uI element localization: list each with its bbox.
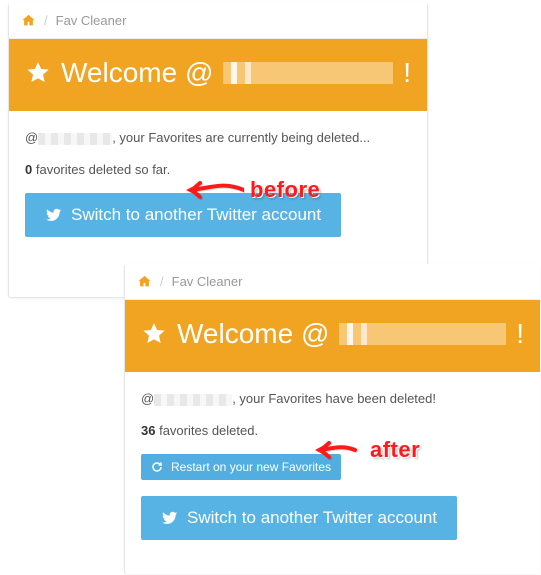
welcome-bang: !	[516, 318, 524, 350]
breadcrumb-sep: /	[44, 13, 48, 28]
deleted-suffix: favorites deleted.	[155, 423, 258, 438]
breadcrumb: / Fav Cleaner	[9, 3, 427, 39]
content-area: @ , your Favorites have been deleted! 36 …	[125, 372, 540, 558]
refresh-icon	[151, 461, 163, 473]
progress-line: 0 favorites deleted so far.	[25, 161, 411, 179]
redacted-handle-small	[154, 394, 232, 406]
welcome-text: Welcome @	[61, 57, 213, 89]
redacted-handle	[223, 62, 393, 84]
deleted-count: 36	[141, 423, 155, 438]
breadcrumb-current: Fav Cleaner	[56, 13, 127, 28]
restart-label: Restart on your new Favorites	[171, 460, 331, 474]
content-area: @ , your Favorites are currently being de…	[9, 111, 427, 255]
switch-label: Switch to another Twitter account	[71, 205, 321, 225]
progress-line: 36 favorites deleted.	[141, 422, 524, 440]
breadcrumb: / Fav Cleaner	[125, 264, 540, 300]
welcome-banner: Welcome @ !	[9, 39, 427, 111]
deleted-suffix: favorites deleted so far.	[32, 162, 170, 177]
switch-label: Switch to another Twitter account	[187, 508, 437, 528]
twitter-icon	[161, 510, 179, 526]
home-icon[interactable]	[21, 14, 36, 28]
welcome-bang: !	[403, 57, 411, 89]
twitter-icon	[45, 207, 63, 223]
at-prefix: @	[25, 130, 38, 145]
home-icon[interactable]	[137, 275, 152, 289]
panel-before: / Fav Cleaner Welcome @ ! @ , your Favori…	[8, 3, 428, 298]
redacted-handle	[339, 323, 506, 345]
status-line: @ , your Favorites have been deleted!	[141, 390, 524, 408]
panel-after: / Fav Cleaner Welcome @ ! @ , your Favori…	[124, 264, 540, 574]
redacted-handle-small	[38, 133, 112, 145]
status-line: @ , your Favorites are currently being de…	[25, 129, 411, 147]
star-icon	[25, 60, 51, 86]
status-suffix: , your Favorites are currently being del…	[112, 130, 370, 145]
star-icon	[141, 321, 167, 347]
at-prefix: @	[141, 391, 154, 406]
restart-button[interactable]: Restart on your new Favorites	[141, 454, 341, 480]
welcome-text: Welcome @	[177, 318, 329, 350]
breadcrumb-sep: /	[160, 274, 164, 289]
switch-account-button[interactable]: Switch to another Twitter account	[141, 496, 457, 540]
welcome-banner: Welcome @ !	[125, 300, 540, 372]
breadcrumb-current: Fav Cleaner	[172, 274, 243, 289]
switch-account-button[interactable]: Switch to another Twitter account	[25, 193, 341, 237]
status-suffix: , your Favorites have been deleted!	[232, 391, 436, 406]
